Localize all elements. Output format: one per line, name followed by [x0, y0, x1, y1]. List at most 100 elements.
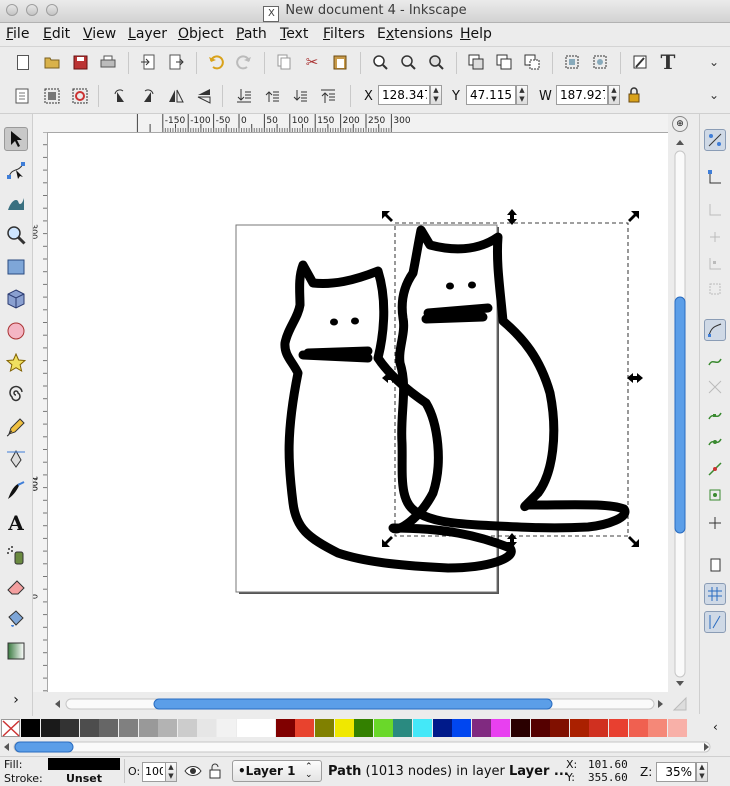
snap-object-center-toggle[interactable] — [704, 484, 726, 506]
snap-page-border-toggle[interactable] — [704, 554, 726, 576]
color-swatch[interactable] — [60, 719, 80, 737]
raise-top-button[interactable] — [318, 86, 338, 106]
color-swatch[interactable] — [334, 719, 354, 737]
snap-bbox-toggle[interactable] — [704, 166, 726, 188]
text-font-button[interactable]: T — [658, 50, 678, 74]
color-swatch[interactable] — [197, 719, 217, 737]
color-swatch[interactable] — [667, 719, 687, 737]
snap-rotation-center-toggle[interactable] — [704, 512, 726, 534]
color-managed-toggle[interactable] — [672, 696, 688, 712]
pencil-tool[interactable] — [4, 415, 28, 439]
spray-tool[interactable] — [4, 543, 28, 567]
eraser-tool[interactable] — [4, 575, 28, 599]
raise-button[interactable] — [262, 86, 282, 106]
scale-handle-bottom-right[interactable] — [628, 536, 639, 547]
select-all-layers-button[interactable] — [42, 86, 62, 106]
color-swatch[interactable] — [99, 719, 119, 737]
toolbox-more-button[interactable]: › — [4, 688, 28, 712]
y-coordinate-field[interactable] — [466, 85, 516, 105]
snap-intersections-toggle[interactable] — [704, 376, 726, 398]
menu-help[interactable]: Help — [460, 26, 492, 42]
y-spinner[interactable]: ▲ ▼ — [516, 85, 528, 105]
zoom-field[interactable] — [656, 762, 696, 782]
color-swatch[interactable] — [79, 719, 99, 737]
menu-object[interactable]: Object — [178, 26, 224, 42]
color-swatch[interactable] — [217, 719, 236, 737]
color-swatch[interactable] — [295, 719, 315, 737]
x-coordinate-field[interactable] — [378, 85, 430, 105]
open-button[interactable] — [42, 52, 62, 72]
color-swatch[interactable] — [393, 719, 413, 737]
zoom-selection-button[interactable] — [370, 52, 390, 72]
copy-button[interactable] — [274, 52, 294, 72]
flip-horizontal-button[interactable] — [166, 86, 186, 106]
undo-button[interactable] — [206, 52, 226, 72]
zoom-drawing-button[interactable] — [398, 52, 418, 72]
spiral-tool[interactable] — [4, 383, 28, 407]
snap-enable-toggle[interactable] — [704, 129, 726, 151]
node-tool[interactable] — [4, 159, 28, 183]
snap-nodes-toggle[interactable] — [704, 319, 726, 341]
clone-button[interactable] — [494, 52, 514, 72]
flip-vertical-button[interactable] — [194, 86, 214, 106]
palette-menu-button[interactable]: ‹ — [713, 720, 718, 734]
menu-extensions[interactable]: Extensions — [377, 26, 453, 42]
color-swatch[interactable] — [648, 719, 668, 737]
save-button[interactable] — [70, 52, 90, 72]
color-swatch[interactable] — [40, 719, 60, 737]
color-swatch[interactable] — [256, 719, 276, 737]
calligraphy-tool[interactable] — [4, 479, 28, 503]
lock-proportions-button[interactable] — [624, 85, 644, 105]
color-swatch[interactable] — [119, 719, 138, 737]
lower-button[interactable] — [290, 86, 310, 106]
color-swatch[interactable] — [413, 719, 432, 737]
fill-indicator[interactable] — [48, 758, 120, 770]
redo-button[interactable] — [234, 52, 254, 72]
color-swatch[interactable] — [609, 719, 628, 737]
scale-handle-top-left[interactable] — [382, 211, 393, 222]
color-swatch[interactable] — [471, 719, 491, 737]
vertical-scrollbar[interactable] — [672, 135, 688, 691]
snap-grid-toggle[interactable] — [704, 583, 726, 605]
scale-handle-right[interactable] — [627, 373, 643, 383]
print-button[interactable] — [98, 52, 118, 72]
menu-view[interactable]: View — [83, 26, 116, 42]
color-swatch[interactable] — [628, 719, 648, 737]
opacity-spinner[interactable]: ▲ ▼ — [165, 762, 177, 782]
ungroup-button[interactable] — [590, 52, 610, 72]
color-swatch[interactable] — [275, 719, 295, 737]
snap-cusp-nodes-toggle[interactable] — [704, 404, 726, 426]
toolbar-overflow-button[interactable]: ⌄ — [704, 52, 724, 72]
selector-tool[interactable] — [4, 127, 28, 151]
snap-bbox-corner-toggle[interactable] — [704, 226, 726, 248]
text-tool[interactable]: A — [4, 511, 28, 535]
duplicate-button[interactable] — [466, 52, 486, 72]
color-swatch[interactable] — [550, 719, 570, 737]
select-all-button[interactable] — [12, 86, 32, 106]
rotate-cw-button[interactable] — [138, 86, 158, 106]
toggle-layer-lock[interactable] — [208, 763, 222, 783]
stroke-indicator[interactable]: Unset — [66, 772, 102, 785]
deselect-button[interactable] — [70, 86, 90, 106]
color-swatch[interactable] — [511, 719, 530, 737]
3d-box-tool[interactable] — [4, 287, 28, 311]
color-swatch[interactable] — [491, 719, 511, 737]
color-swatch[interactable] — [569, 719, 589, 737]
rotate-ccw-button[interactable] — [110, 86, 130, 106]
lower-bottom-button[interactable] — [234, 86, 254, 106]
color-swatch[interactable] — [530, 719, 550, 737]
width-spinner[interactable]: ▲ ▼ — [608, 85, 620, 105]
color-swatch[interactable] — [177, 719, 197, 737]
export-button[interactable] — [166, 52, 186, 72]
color-swatch[interactable] — [21, 719, 40, 737]
width-field[interactable] — [556, 85, 608, 105]
horizontal-scrollbar[interactable] — [52, 696, 668, 712]
snap-guides-toggle[interactable] — [704, 611, 726, 633]
snap-midpoints-toggle[interactable] — [704, 458, 726, 480]
pen-tool[interactable] — [4, 447, 28, 471]
opacity-field[interactable] — [142, 762, 166, 782]
paste-button[interactable] — [330, 52, 350, 72]
menu-edit[interactable]: Edit — [43, 26, 70, 42]
x-spinner[interactable]: ▲ ▼ — [430, 85, 442, 105]
color-swatch[interactable] — [452, 719, 472, 737]
